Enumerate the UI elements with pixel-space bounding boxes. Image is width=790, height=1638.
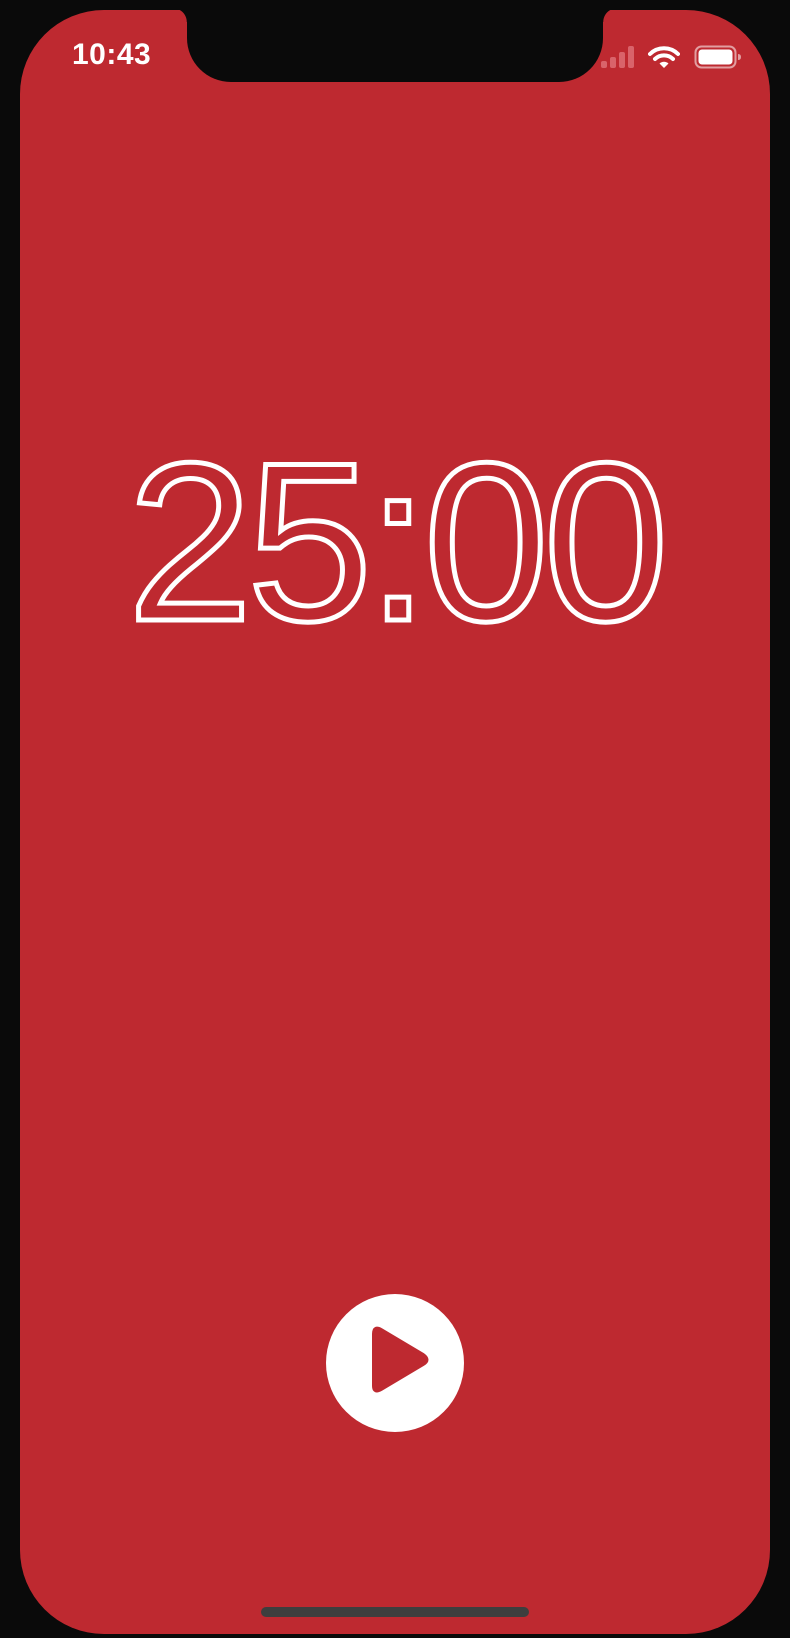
status-bar-time: 10:43 [72, 38, 152, 71]
timer-text: 25:00 [127, 426, 663, 666]
home-indicator[interactable] [261, 1607, 529, 1617]
play-icon [372, 1326, 429, 1393]
wifi-icon [648, 45, 680, 69]
device-frame: 10:43 25:00 [0, 0, 790, 1638]
app-screen: 10:43 25:00 [20, 10, 770, 1634]
timer-display: 25:00 [20, 426, 770, 666]
status-bar-icons [600, 44, 742, 70]
play-button[interactable] [326, 1294, 464, 1432]
battery-icon [694, 45, 742, 69]
cellular-signal-icon [600, 45, 634, 69]
device-notch [173, 10, 617, 82]
